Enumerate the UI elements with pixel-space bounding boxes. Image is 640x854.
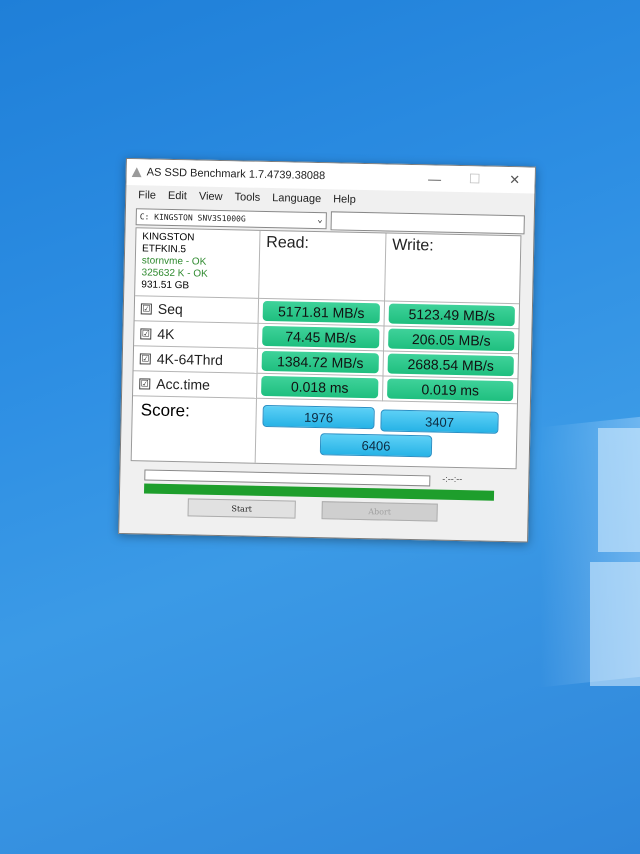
app-icon (132, 167, 142, 177)
4k-write-value: 206.05 MB/s (388, 328, 515, 352)
read-header: Read: (259, 230, 387, 302)
score-write: 3407 (380, 409, 499, 434)
score-label: Score: (131, 396, 257, 463)
drive-size: 931.51 GB (141, 279, 190, 292)
windows-logo-pane (598, 428, 640, 552)
acc-time-label: Acc.time (156, 375, 211, 393)
menu-view[interactable]: View (199, 191, 223, 203)
4k-checkbox[interactable]: ☑ (140, 327, 152, 340)
windows-logo-pane (590, 562, 640, 686)
menu-edit[interactable]: Edit (168, 190, 187, 202)
4k-read-value: 74.45 MB/s (262, 325, 380, 349)
4k-64thrd-read-cell: 1384.72 MB/s (257, 348, 385, 377)
4k-64thrd-read-value: 1384.72 MB/s (261, 350, 379, 374)
4k-64thrd-checkbox[interactable]: ☑ (139, 352, 151, 365)
window-title: AS SSD Benchmark 1.7.4739.38088 (146, 166, 326, 183)
seq-read-cell: 5171.81 MB/s (258, 298, 386, 327)
menu-tools[interactable]: Tools (234, 191, 260, 204)
4k-label: 4K (157, 325, 175, 343)
chevron-down-icon: ⌄ (317, 214, 323, 225)
menu-language[interactable]: Language (272, 192, 321, 205)
4k-64thrd-label: 4K-64Thrd (156, 350, 224, 369)
menu-file[interactable]: File (138, 189, 156, 201)
score-total: 6406 (319, 433, 433, 458)
acc-time-read-cell: 0.018 ms (256, 373, 384, 402)
seq-checkbox[interactable]: ☑ (140, 302, 152, 315)
score-area: Score: 1976 3407 6406 (131, 396, 517, 468)
test-row-4k-64thrd[interactable]: ☑ 4K-64Thrd (133, 346, 259, 374)
test-row-acc-time[interactable]: ☑ Acc.time (133, 371, 258, 399)
menu-help[interactable]: Help (333, 193, 356, 205)
window-controls: — ☐ ✕ (414, 165, 535, 194)
minimize-button[interactable]: — (414, 165, 455, 192)
close-button[interactable]: ✕ (494, 167, 535, 194)
4k-read-cell: 74.45 MB/s (258, 323, 385, 352)
acc-time-write-value: 0.019 ms (387, 378, 514, 402)
acc-time-checkbox[interactable]: ☑ (139, 377, 151, 390)
maximize-button[interactable]: ☐ (454, 166, 495, 193)
score-read: 1976 (262, 404, 375, 430)
abort-button[interactable]: Abort (321, 501, 438, 522)
acc-time-write-cell: 0.019 ms (382, 376, 518, 405)
seq-write-value: 5123.49 MB/s (388, 303, 515, 327)
start-button[interactable]: Start (187, 498, 296, 519)
test-row-4k[interactable]: ☑ 4K (134, 321, 259, 349)
seq-write-cell: 5123.49 MB/s (384, 301, 520, 330)
seq-read-value: 5171.81 MB/s (262, 300, 381, 324)
test-row-seq[interactable]: ☑ Seq (134, 296, 260, 324)
as-ssd-window: AS SSD Benchmark 1.7.4739.38088 — ☐ ✕ Fi… (118, 158, 536, 543)
drive-info-field (330, 210, 525, 234)
drive-select[interactable]: C: KINGSTON SNV3S1000G ⌄ (135, 207, 327, 229)
4k-write-cell: 206.05 MB/s (384, 326, 519, 355)
elapsed-timer: -:--:-- (442, 473, 463, 485)
results-grid: KINGSTON ETFKIN.5 stornvme - OK 325632 K… (130, 227, 522, 470)
acc-time-read-value: 0.018 ms (261, 375, 379, 399)
seq-label: Seq (157, 300, 183, 318)
4k-64thrd-write-value: 2688.54 MB/s (387, 353, 514, 377)
drive-info: KINGSTON ETFKIN.5 stornvme - OK 325632 K… (135, 228, 261, 299)
drive-select-value: C: KINGSTON SNV3S1000G (139, 211, 246, 224)
4k-64thrd-write-cell: 2688.54 MB/s (383, 351, 518, 380)
write-header: Write: (385, 233, 521, 305)
